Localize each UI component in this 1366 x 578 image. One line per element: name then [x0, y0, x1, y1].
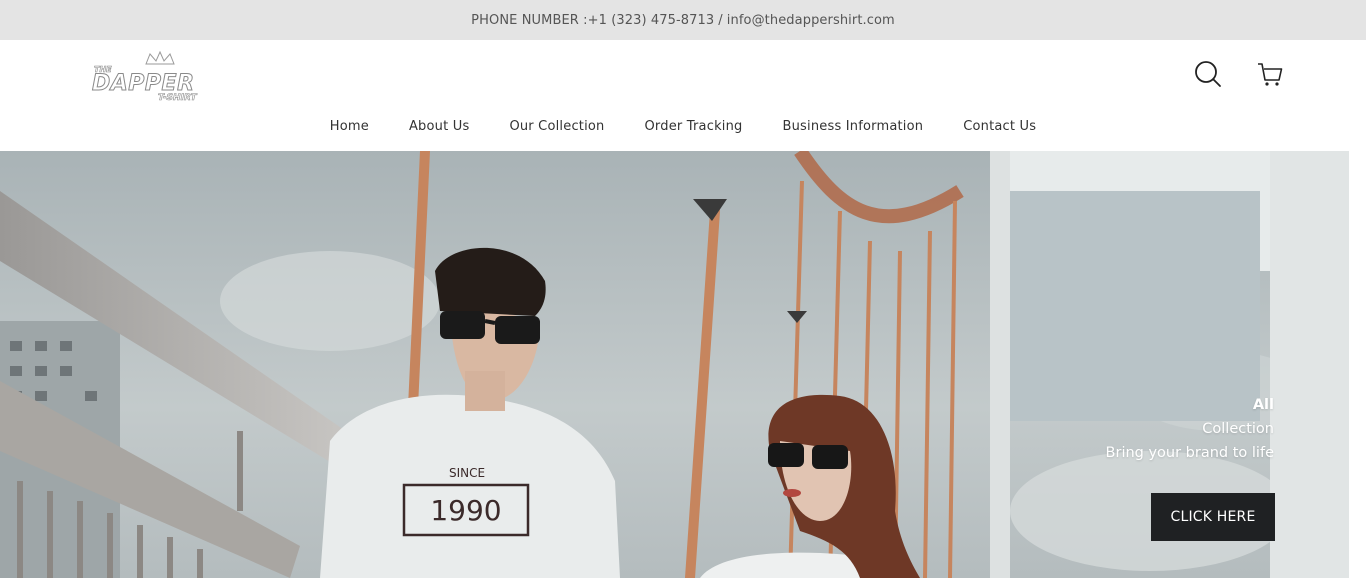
crown-icon	[145, 50, 175, 65]
phone-number: PHONE NUMBER :+1 (323) 475-8713	[471, 12, 715, 28]
click-here-button[interactable]: CLICK HERE	[1151, 493, 1275, 541]
site-header: THE DAPPER T-SHIRT Home About Us Our Col…	[0, 40, 1366, 151]
contact-separator: /	[718, 12, 723, 28]
shirt-since-text: SINCE	[449, 466, 485, 480]
hero-banner: SINCE 1990 All Collection Bring your bra…	[0, 151, 1349, 578]
shirt-year-text: 1990	[430, 494, 501, 527]
header-actions	[1194, 60, 1284, 88]
hero-line-all: All	[1252, 397, 1274, 413]
nav-item-order-tracking[interactable]: Order Tracking	[625, 119, 763, 134]
hero-line-collection: Collection	[1202, 421, 1274, 437]
nav-item-business-information[interactable]: Business Information	[763, 119, 944, 134]
search-icon[interactable]	[1194, 60, 1222, 88]
nav-item-about-us[interactable]: About Us	[389, 119, 489, 134]
nav-item-our-collection[interactable]: Our Collection	[489, 119, 624, 134]
hero-caption: All Collection Bring your brand to life	[1106, 393, 1274, 465]
hero-image: SINCE 1990	[0, 151, 1349, 578]
email-address[interactable]: info@thedappershirt.com	[727, 13, 895, 28]
announcement-bar: PHONE NUMBER :+1 (323) 475-8713 / info@t…	[0, 0, 1366, 40]
cart-icon[interactable]	[1256, 60, 1284, 88]
nav-item-contact-us[interactable]: Contact Us	[943, 119, 1056, 134]
logo-text-tshirt: T-SHIRT	[158, 93, 197, 103]
scrollbar-track[interactable]	[1349, 151, 1366, 578]
logo-graphic: THE DAPPER T-SHIRT	[92, 50, 198, 103]
main-navigation: Home About Us Our Collection Order Track…	[0, 115, 1366, 137]
nav-item-home[interactable]: Home	[310, 119, 389, 134]
brand-logo[interactable]: THE DAPPER T-SHIRT	[88, 48, 220, 104]
hero-line-tagline: Bring your brand to life	[1105, 445, 1274, 461]
